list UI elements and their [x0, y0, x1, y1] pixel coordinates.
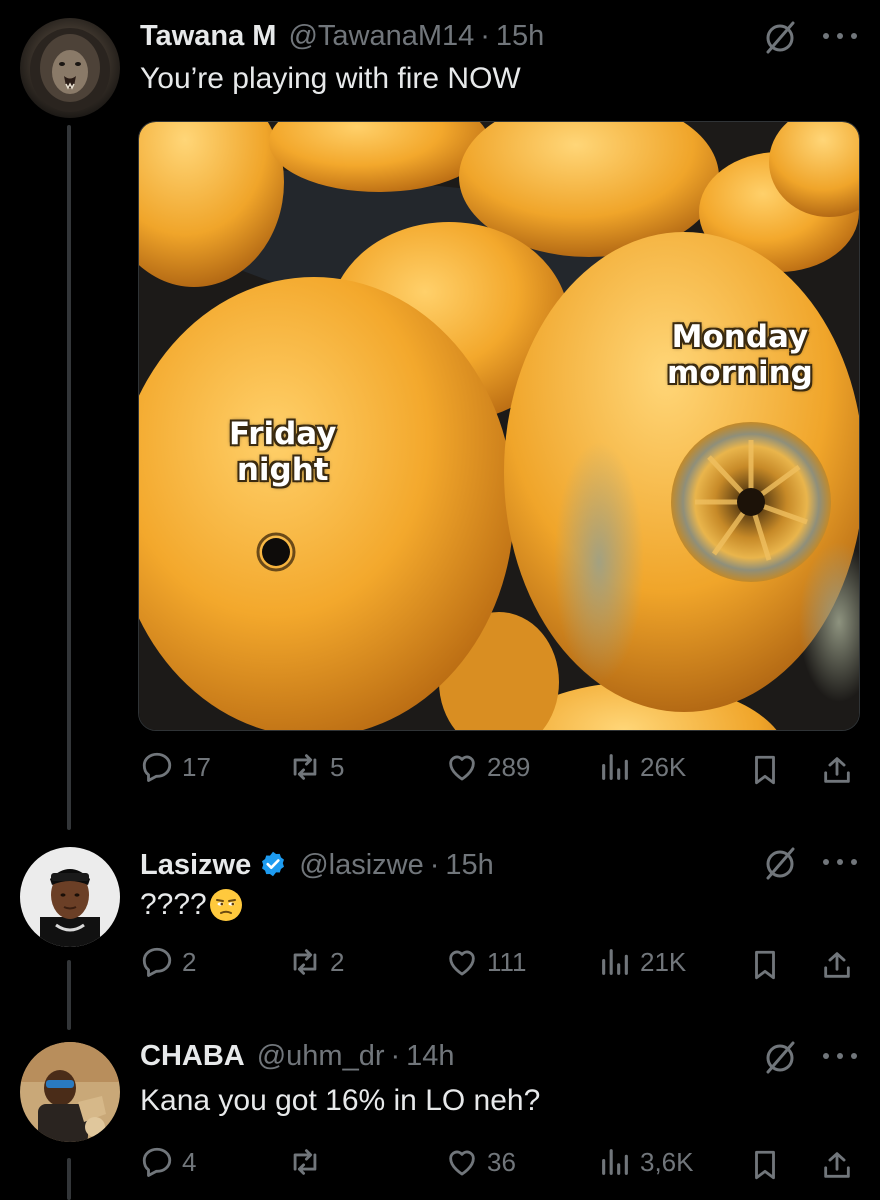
- verified-badge-icon: [262, 851, 285, 877]
- timestamp[interactable]: 15h: [445, 849, 493, 882]
- reply-count: 2: [182, 946, 197, 977]
- user-handle[interactable]: @lasizwe: [299, 849, 424, 882]
- like-button[interactable]: 289: [445, 750, 530, 784]
- repost-button[interactable]: 5: [288, 750, 344, 784]
- like-count: 111: [487, 946, 527, 977]
- like-icon: [449, 950, 475, 976]
- more-icon[interactable]: [820, 856, 860, 868]
- repost-count: 2: [330, 946, 345, 977]
- more-icon[interactable]: [820, 1050, 860, 1062]
- views-count: 21K: [640, 946, 687, 977]
- avatar[interactable]: [20, 18, 120, 118]
- repost-icon: [293, 1149, 317, 1175]
- reply-count: 4: [182, 1146, 197, 1177]
- tweet-header: Lasizwe @lasizwe · 15h: [140, 846, 494, 882]
- repost-button[interactable]: [288, 1145, 330, 1179]
- views-button[interactable]: 26K: [598, 750, 686, 784]
- bookmark-icon[interactable]: [748, 753, 782, 787]
- tweet-text-content: ????: [140, 888, 207, 921]
- reply-button[interactable]: 2: [140, 945, 196, 979]
- views-icon: [602, 949, 628, 975]
- avatar[interactable]: [20, 1042, 120, 1142]
- reply-button[interactable]: 4: [140, 1145, 196, 1179]
- timestamp[interactable]: 14h: [406, 1040, 454, 1073]
- reply-icon: [142, 752, 172, 782]
- like-icon: [449, 1150, 475, 1176]
- views-icon: [602, 1149, 628, 1175]
- reply-icon: [142, 947, 172, 977]
- views-icon: [602, 754, 628, 780]
- tweet-header: CHABA @uhm_dr · 14h: [140, 1040, 455, 1073]
- share-icon[interactable]: [820, 1148, 854, 1182]
- more-icon[interactable]: [820, 30, 860, 42]
- tweet-actions: 4 36 3,6K: [0, 1145, 880, 1185]
- separator-dot: ·: [480, 20, 490, 52]
- bookmark-icon[interactable]: [748, 948, 782, 982]
- like-button[interactable]: 111: [445, 945, 527, 979]
- user-handle[interactable]: @uhm_dr: [257, 1040, 385, 1073]
- repost-count: 5: [330, 751, 345, 782]
- repost-button[interactable]: 2: [288, 945, 344, 979]
- like-count: 289: [487, 751, 531, 782]
- tweet-text: You’re playing with fire NOW: [140, 62, 521, 95]
- user-handle[interactable]: @TawanaM14: [288, 20, 474, 53]
- timestamp[interactable]: 15h: [496, 20, 544, 53]
- repost-icon: [293, 949, 317, 975]
- reply-count: 17: [182, 751, 211, 782]
- unamused-face-emoji: [209, 889, 242, 921]
- views-count: 26K: [640, 751, 687, 782]
- meme-label-right: Monday morning: [667, 319, 813, 391]
- tweet-text: Kana you got 16% in LO neh?: [140, 1084, 541, 1117]
- tweet-actions: 2 2 111 21K: [0, 945, 880, 985]
- thread-line: [67, 125, 71, 830]
- tweet-actions: 17 5 289 26K: [0, 750, 880, 790]
- grok-icon[interactable]: [762, 1039, 798, 1075]
- share-icon[interactable]: [820, 753, 854, 787]
- repost-icon: [293, 754, 317, 780]
- views-button[interactable]: 3,6K: [598, 1145, 694, 1179]
- reply-icon: [142, 1147, 172, 1177]
- separator-dot: ·: [390, 1040, 401, 1072]
- like-count: 36: [487, 1146, 516, 1177]
- display-name[interactable]: Lasizwe: [140, 849, 251, 882]
- like-button[interactable]: 36: [445, 1145, 516, 1179]
- meme-label-left: Friday night: [229, 416, 337, 488]
- share-icon[interactable]: [820, 948, 854, 982]
- like-icon: [449, 755, 475, 781]
- display-name[interactable]: CHABA: [140, 1040, 245, 1073]
- reply-button[interactable]: 17: [140, 750, 211, 784]
- grok-icon[interactable]: [762, 845, 798, 881]
- grok-icon[interactable]: [762, 19, 798, 55]
- avatar[interactable]: [20, 847, 120, 947]
- tweet-text: ????: [140, 888, 243, 922]
- tweet-image[interactable]: Friday night Monday morning: [138, 121, 860, 731]
- views-button[interactable]: 21K: [598, 945, 686, 979]
- display-name[interactable]: Tawana M: [140, 20, 276, 53]
- views-count: 3,6K: [640, 1146, 694, 1177]
- tweet-header: Tawana M @TawanaM14 · 15h: [140, 20, 544, 53]
- bookmark-icon[interactable]: [748, 1148, 782, 1182]
- separator-dot: ·: [429, 849, 440, 881]
